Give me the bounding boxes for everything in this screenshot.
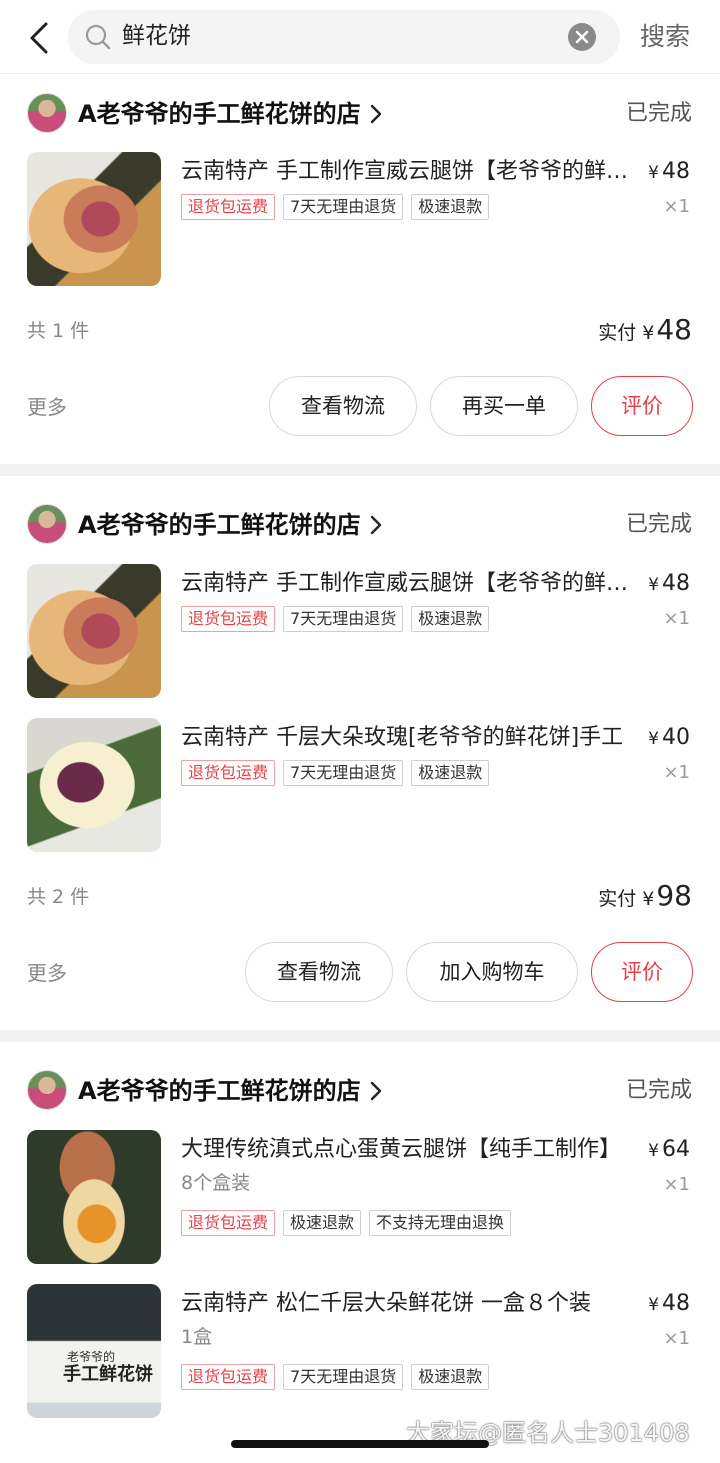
item-quantity: ×1 [663,762,690,783]
order-total: 共 2 件 实付 ¥98 [0,877,720,917]
add-to-cart-button[interactable]: 加入购物车 [406,942,578,1002]
order-actions: 更多 查看物流 加入购物车 评价 [0,942,720,1004]
order-card: A老爷爷的手工鲜花饼的店 已完成 云南特产 手工制作宣威云腿饼【老爷爷的鲜花饼】… [0,476,720,1030]
shop-avatar [27,93,67,133]
paid-amount: 实付 ¥98 [598,879,692,912]
product-title: 云南特产 千层大朵玫瑰[老爷爷的鲜花饼]手工 [181,725,624,750]
product-spec: 1盒 [181,1326,213,1348]
item-quantity: ×1 [663,1328,690,1349]
shop-name: A老爷爷的手工鲜花饼的店 [78,511,361,539]
shop-name: A老爷爷的手工鲜花饼的店 [78,100,361,128]
order-card: A老爷爷的手工鲜花饼的店 已完成 大理传统滇式点心蛋黄云腿饼【纯手工制作】 8个… [0,1042,720,1463]
more-button[interactable]: 更多 [27,392,67,422]
order-item[interactable]: 云南特产 手工制作宣威云腿饼【老爷爷的鲜花饼】 退货包运费 7天无理由退货 极速… [0,152,720,286]
search-button[interactable]: 搜索 [640,20,690,54]
chevron-right-icon [370,1081,382,1101]
view-logistics-button[interactable]: 查看物流 [269,376,417,436]
order-status: 已完成 [625,512,692,537]
product-spec: 8个盒装 [181,1172,251,1194]
item-quantity: ×1 [663,608,690,629]
view-logistics-button[interactable]: 查看物流 [245,942,393,1002]
item-count: 共 1 件 [27,320,90,342]
order-status: 已完成 [625,1078,692,1103]
item-price: ¥48 [648,159,690,184]
chevron-right-icon [370,515,382,535]
tag-fast-refund: 极速退款 [283,1210,362,1236]
item-price: ¥48 [648,571,690,596]
tag-fast-refund: 极速退款 [411,1364,490,1390]
card-separator [0,464,720,476]
product-title: 云南特产 手工制作宣威云腿饼【老爷爷的鲜花饼】 [181,159,631,184]
back-button[interactable] [26,20,54,56]
tag-7day-return: 7天无理由退货 [283,1364,404,1390]
buy-again-button[interactable]: 再买一单 [430,376,578,436]
shop-header[interactable]: A老爷爷的手工鲜花饼的店 已完成 [0,1042,720,1110]
service-tags: 退货包运费 7天无理由退货 极速退款 [181,760,490,786]
home-indicator[interactable] [231,1440,489,1448]
order-item[interactable]: 云南特产 千层大朵玫瑰[老爷爷的鲜花饼]手工 退货包运费 7天无理由退货 极速退… [0,718,720,852]
card-separator [0,1030,720,1042]
shop-avatar [27,504,67,544]
tag-7day-return: 7天无理由退货 [283,194,404,220]
item-price: ¥40 [648,725,690,750]
tag-fast-refund: 极速退款 [411,760,490,786]
close-icon [575,30,589,44]
search-input[interactable]: 鲜花饼 [68,10,620,64]
service-tags: 退货包运费 7天无理由退货 极速退款 [181,194,490,220]
tag-fast-refund: 极速退款 [411,194,490,220]
tag-7day-return: 7天无理由退货 [283,606,404,632]
service-tags: 退货包运费 7天无理由退货 极速退款 [181,606,490,632]
shop-name: A老爷爷的手工鲜花饼的店 [78,1077,361,1105]
order-item[interactable]: 老爷爷的 手工鲜花饼 云南特产 松仁千层大朵鲜花饼 一盒８个装 1盒 退货包运费… [0,1284,720,1418]
item-quantity: ×1 [663,1174,690,1195]
item-price: ¥64 [648,1137,690,1162]
tag-fast-refund: 极速退款 [411,606,490,632]
product-image [27,152,161,286]
product-image [27,564,161,698]
search-query: 鲜花饼 [122,23,191,49]
chevron-left-icon [30,22,48,54]
order-item[interactable]: 云南特产 手工制作宣威云腿饼【老爷爷的鲜花饼】 退货包运费 7天无理由退货 极速… [0,564,720,698]
clear-search-button[interactable] [568,23,596,51]
tag-free-return-shipping: 退货包运费 [181,194,276,220]
box-label-small: 老爷爷的 [67,1350,116,1364]
tag-no-unconditional-return: 不支持无理由退换 [369,1210,512,1236]
product-title: 云南特产 松仁千层大朵鲜花饼 一盒８个装 [181,1291,591,1316]
product-image [27,718,161,852]
order-card: A老爷爷的手工鲜花饼的店 已完成 云南特产 手工制作宣威云腿饼【老爷爷的鲜花饼】… [0,75,720,464]
product-title: 云南特产 手工制作宣威云腿饼【老爷爷的鲜花饼】 [181,571,631,596]
item-count: 共 2 件 [27,886,90,908]
more-button[interactable]: 更多 [27,958,67,988]
search-header: 鲜花饼 搜索 [0,0,720,74]
service-tags: 退货包运费 极速退款 不支持无理由退换 [181,1210,512,1236]
order-status: 已完成 [625,101,692,126]
item-price: ¥48 [648,1291,690,1316]
search-icon [85,24,111,50]
box-label-large: 手工鲜花饼 [63,1364,153,1385]
service-tags: 退货包运费 7天无理由退货 极速退款 [181,1364,490,1390]
order-item[interactable]: 大理传统滇式点心蛋黄云腿饼【纯手工制作】 8个盒装 退货包运费 极速退款 不支持… [0,1130,720,1264]
item-quantity: ×1 [663,196,690,217]
product-title: 大理传统滇式点心蛋黄云腿饼【纯手工制作】 [181,1137,622,1162]
product-image: 老爷爷的 手工鲜花饼 [27,1284,161,1418]
tag-free-return-shipping: 退货包运费 [181,1210,276,1236]
shop-header[interactable]: A老爷爷的手工鲜花饼的店 已完成 [0,75,720,139]
tag-free-return-shipping: 退货包运费 [181,760,276,786]
tag-7day-return: 7天无理由退货 [283,760,404,786]
tag-free-return-shipping: 退货包运费 [181,1364,276,1390]
order-actions: 更多 查看物流 再买一单 评价 [0,376,720,438]
paid-amount: 实付 ¥48 [598,313,692,346]
review-button[interactable]: 评价 [591,942,693,1002]
order-total: 共 1 件 实付 ¥48 [0,311,720,351]
tag-free-return-shipping: 退货包运费 [181,606,276,632]
shop-header[interactable]: A老爷爷的手工鲜花饼的店 已完成 [0,476,720,544]
product-image [27,1130,161,1264]
shop-avatar [27,1070,67,1110]
review-button[interactable]: 评价 [591,376,693,436]
chevron-right-icon [370,104,382,124]
